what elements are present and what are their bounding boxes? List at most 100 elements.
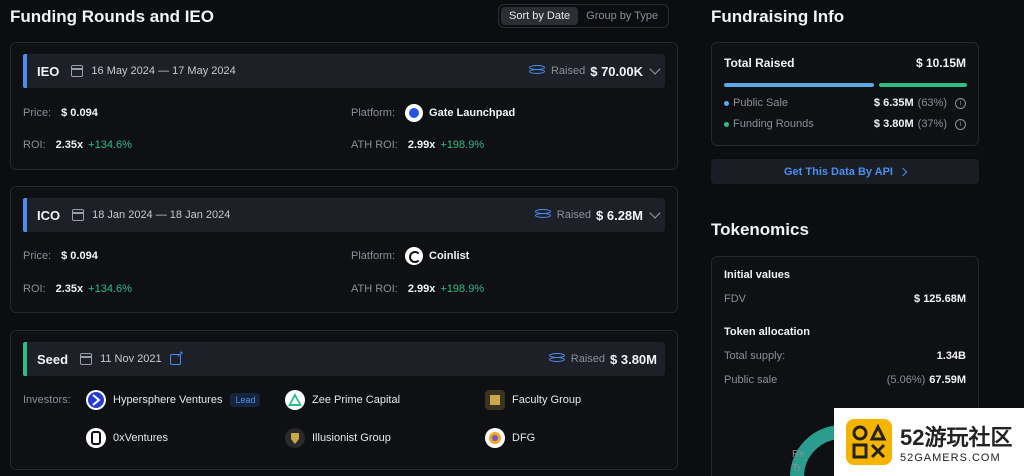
initial-values-heading: Initial values: [724, 269, 791, 281]
round-type: IEO: [37, 63, 60, 79]
total-raised-value: $ 10.15M: [915, 56, 966, 70]
roi-value: 2.35x: [55, 139, 84, 151]
round-card-ico: ICO 18 Jan 2024 — 18 Jan 2024 Raised $ 6…: [10, 186, 678, 313]
investor-name: Illusionist Group: [312, 432, 391, 444]
total-supply-label: Total supply:: [724, 350, 786, 362]
ath-roi-label: ATH ROI:: [351, 139, 398, 151]
round-dates: 16 May 2024 — 17 May 2024: [91, 65, 236, 77]
round-card-ieo: IEO 16 May 2024 — 17 May 2024 Raised $ 7…: [10, 42, 678, 170]
illusionist-logo-icon: [285, 428, 305, 448]
section-title: Funding Rounds and IEO: [10, 7, 214, 26]
accent-bar: [23, 198, 27, 232]
investor-name: DFG: [512, 432, 536, 444]
coins-icon: [548, 353, 565, 365]
investor-name: Zee Prime Capital: [312, 394, 401, 406]
fundraising-box: Total Raised $ 10.15M Public Sale $ 6.35…: [711, 42, 979, 146]
gate-launchpad-icon: [405, 104, 424, 122]
donut-center-text: Re: [792, 449, 805, 460]
investor-item[interactable]: Hypersphere Ventures Lead: [86, 390, 261, 410]
round-header[interactable]: ICO 18 Jan 2024 — 18 Jan 2024 Raised $ 6…: [23, 198, 665, 232]
watermark-overlay: 52游玩社区 52GAMERS.COM: [834, 408, 1024, 476]
raised-value: $ 3.80M: [610, 351, 657, 367]
accent-bar: [23, 342, 27, 376]
round-type: ICO: [37, 207, 61, 223]
ath-roi-value: 2.99x: [407, 139, 436, 151]
platform-label: Platform:: [351, 250, 396, 262]
platform-label: Platform:: [351, 107, 396, 119]
chevron-down-icon[interactable]: [649, 63, 661, 75]
investor-item[interactable]: Faculty Group: [485, 390, 581, 410]
investor-item[interactable]: Zee Prime Capital: [285, 390, 400, 410]
investor-item[interactable]: Illusionist Group: [285, 428, 391, 448]
investor-item[interactable]: 0xVentures: [86, 428, 168, 448]
external-link-icon[interactable]: [169, 349, 184, 365]
info-icon[interactable]: i: [955, 118, 966, 130]
total-supply-value: 1.34B: [936, 350, 966, 362]
api-button-label: Get This Data By API: [783, 165, 893, 178]
roi-row: ROI: 2.35x +134.6%: [23, 139, 132, 151]
raised-value: $ 6.28M: [596, 207, 643, 223]
fdv-row: FDV $ 125.68M: [724, 293, 966, 305]
group-by-type-button[interactable]: Group by Type: [578, 7, 666, 25]
investor-name: Hypersphere Ventures: [113, 394, 223, 406]
raised-label: Raised: [556, 209, 592, 221]
platform-name[interactable]: Gate Launchpad: [429, 107, 515, 119]
funding-rounds-label: Funding Rounds: [733, 118, 814, 130]
coins-icon: [534, 209, 551, 221]
price-row: Price: $ 0.094: [23, 107, 98, 119]
funding-rounds-dot: [724, 121, 729, 127]
ath-roi-label: ATH ROI:: [351, 283, 398, 295]
watermark-logo-icon: [846, 419, 892, 465]
chevron-right-icon: [898, 167, 908, 176]
price-label: Price:: [23, 250, 52, 262]
public-sale-alloc-value: 67.59M: [929, 374, 966, 386]
round-dates: 18 Jan 2024 — 18 Jan 2024: [92, 209, 231, 221]
funding-rounds-value: $ 3.80M: [873, 118, 914, 130]
investor-item[interactable]: DFG: [485, 428, 535, 448]
faculty-logo-icon: [485, 390, 505, 410]
chevron-down-icon[interactable]: [649, 207, 661, 219]
public-sale-row: Public Sale $ 6.35M (63%) i: [724, 97, 966, 109]
platform-row: Platform: Coinlist: [351, 247, 469, 265]
lead-badge: Lead: [230, 393, 261, 407]
calendar-icon: [71, 65, 84, 77]
token-allocation-heading: Token allocation: [724, 326, 810, 338]
price-value: $ 0.094: [61, 250, 98, 262]
round-card-seed: Seed 11 Nov 2021 Raised $ 3.80M Investor…: [10, 330, 678, 470]
sort-toggle: Sort by Date Group by Type: [498, 4, 670, 28]
sort-by-date-button[interactable]: Sort by Date: [501, 7, 579, 25]
round-header[interactable]: IEO 16 May 2024 — 17 May 2024 Raised $ 7…: [23, 54, 665, 88]
total-raised-label: Total Raised: [724, 56, 795, 70]
dfg-logo-icon: [485, 428, 505, 448]
hypersphere-logo-icon: [86, 390, 106, 410]
coinlist-icon: [405, 247, 424, 265]
roi-value: 2.35x: [55, 283, 84, 295]
total-raised-row: Total Raised $ 10.15M: [724, 56, 966, 70]
investor-name: 0xVentures: [113, 432, 169, 444]
investor-name: Faculty Group: [512, 394, 582, 406]
public-sale-alloc-label: Public sale: [724, 374, 778, 386]
raised-label: Raised: [570, 353, 606, 365]
ath-roi-percent: +198.9%: [440, 139, 485, 151]
total-supply-row: Total supply: 1.34B: [724, 350, 966, 362]
funding-rounds-row: Funding Rounds $ 3.80M (37%) i: [724, 118, 966, 130]
public-sale-percent: (63%): [917, 97, 947, 109]
platform-name[interactable]: Coinlist: [429, 250, 469, 262]
roi-percent: +134.6%: [88, 139, 132, 151]
investors-label: Investors:: [23, 394, 71, 406]
public-sale-value: $ 6.35M: [873, 97, 914, 109]
round-header[interactable]: Seed 11 Nov 2021 Raised $ 3.80M: [23, 342, 665, 376]
public-sale-bar: [724, 83, 874, 87]
roi-percent: +134.6%: [88, 283, 132, 295]
calendar-icon: [72, 209, 85, 221]
0xventures-logo-icon: [86, 428, 106, 448]
watermark-url: 52GAMERS.COM: [900, 452, 1001, 464]
fdv-label: FDV: [724, 293, 746, 305]
zee-prime-logo-icon: [285, 390, 305, 410]
calendar-icon: [80, 353, 93, 365]
roi-label: ROI:: [23, 139, 46, 151]
coins-icon: [528, 65, 545, 77]
get-data-by-api-button[interactable]: Get This Data By API: [711, 159, 979, 184]
info-icon[interactable]: i: [955, 97, 966, 109]
roi-label: ROI:: [23, 283, 46, 295]
